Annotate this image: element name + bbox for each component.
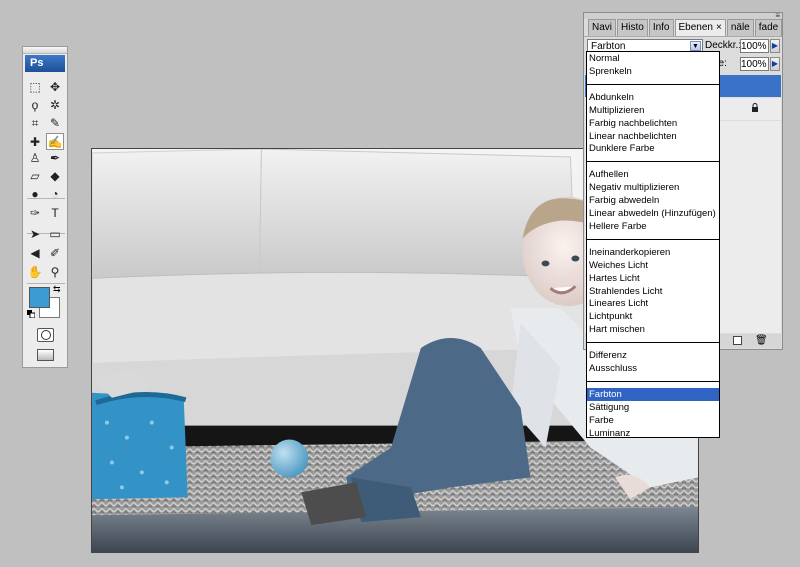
foreground-color-swatch[interactable] [29,287,50,308]
blend-option[interactable]: Farbe [587,414,719,427]
opacity-label: Deckkr.: [705,40,742,51]
blend-option[interactable]: Normal [587,52,719,65]
tab-history[interactable]: Histo [617,19,648,36]
opacity-input[interactable]: 100% [740,39,769,53]
blend-option[interactable]: Dunklere Farbe [587,142,719,155]
tab-layers[interactable]: Ebenen × [674,19,726,36]
blend-option[interactable]: Abdunkeln [587,91,719,104]
blend-option[interactable]: Differenz [587,349,719,362]
blend-option[interactable]: Luminanz [587,427,719,437]
panel-tabs: Navi Histo Info Ebenen × näle fade [588,19,783,36]
blend-option[interactable]: Lichtpunkt [587,310,719,323]
trash-icon[interactable]: 🗑 [755,335,768,346]
blend-option[interactable]: Ausschluss [587,362,719,375]
tab-navigator[interactable]: Navi [588,19,617,36]
type-tool-icon[interactable]: T [46,204,64,221]
zoom-tool-icon[interactable]: ⚲ [46,263,64,280]
dropdown-separator [587,239,719,240]
dropdown-separator [587,161,719,162]
healing-brush-tool-icon[interactable]: ✚ [26,133,44,150]
blend-option[interactable]: Farbton [587,388,719,401]
blend-option[interactable]: Multiplizieren [587,104,719,117]
move-tool-icon[interactable]: ✥ [46,78,64,95]
lock-icon [752,103,758,112]
opacity-slider-arrow-icon[interactable]: ▶ [770,39,780,53]
slice-tool-icon[interactable]: ✎ [46,114,64,131]
tab-paths[interactable]: fade [754,19,783,36]
dropdown-separator [587,342,719,343]
clone-stamp-tool-icon[interactable]: ♙ [26,149,44,166]
blend-option[interactable]: Lineares Licht [587,297,719,310]
magic-wand-tool-icon[interactable]: ✲ [46,96,64,113]
blend-mode-dropdown-list: Normal Sprenkeln Abdunkeln Multiplizieren Fa… [586,51,720,438]
photoshop-logo: Ps [25,55,65,72]
blend-option[interactable]: Farbig nachbelichten [587,117,719,130]
paint-bucket-tool-icon[interactable]: ◆ [46,167,64,184]
blend-option[interactable]: Sprenkeln [587,65,719,78]
blend-option[interactable]: Aufhellen [587,168,719,181]
notes-tool-icon[interactable]: ◀ [26,244,44,261]
swap-colors-icon[interactable]: ⇆ [53,284,61,295]
quick-mask-button[interactable] [37,328,54,342]
tab-close-icon[interactable]: × [716,22,722,33]
dodge-tool-icon[interactable]: ◔ [46,185,64,202]
fill-slider-arrow-icon[interactable]: ▶ [770,57,780,71]
blend-option[interactable]: Hellere Farbe [587,220,719,233]
new-layer-icon[interactable] [733,336,742,345]
shape-tool-icon[interactable]: ▭ [46,225,64,242]
chevron-down-icon[interactable]: ▼ [690,41,701,51]
eyedropper-tool-icon[interactable]: ✐ [46,244,64,261]
history-brush-tool-icon[interactable]: ✒ [46,149,64,166]
pen-tool-icon[interactable]: ✑ [26,204,44,221]
fill-input[interactable]: 100% [740,57,769,71]
screen-mode-button[interactable] [37,349,54,361]
tab-info[interactable]: Info [648,19,674,36]
dropdown-separator [587,84,719,85]
blend-option[interactable]: Weiches Licht [587,259,719,272]
tools-palette: Ps ⇆ ⬚ ✥ ϙ ✲ ⌗ ✎ ✚ ✍ ♙ ✒ ▱ ◆ ● ◔ ✑ T ➤ ▭ ◀ ✐ ✋ ⚲ [22,46,68,368]
brush-tool-icon[interactable]: ✍ [46,133,64,150]
blend-option[interactable]: Sättigung [587,401,719,414]
lasso-tool-icon[interactable]: ϙ [26,96,44,113]
blend-option[interactable]: Hart mischen [587,323,719,336]
dropdown-separator [587,381,719,382]
tab-channels[interactable]: näle [726,19,754,36]
blur-tool-icon[interactable]: ● [26,185,44,202]
hand-tool-icon[interactable]: ✋ [26,263,44,280]
tools-palette-grip[interactable] [23,47,67,54]
blend-option[interactable]: Hartes Licht [587,272,719,285]
blend-option[interactable]: Linear abwedeln (Hinzufügen) [587,207,719,220]
blend-option[interactable]: Negativ multiplizieren [587,181,719,194]
eraser-tool-icon[interactable]: ▱ [26,167,44,184]
crop-tool-icon[interactable]: ⌗ [26,114,44,131]
default-colors-icon[interactable] [27,310,35,318]
blend-option[interactable]: Farbig abwedeln [587,194,719,207]
marquee-tool-icon[interactable]: ⬚ [26,78,44,95]
blend-option[interactable]: Ineinanderkopieren [587,246,719,259]
path-selection-tool-icon[interactable]: ➤ [26,225,44,242]
